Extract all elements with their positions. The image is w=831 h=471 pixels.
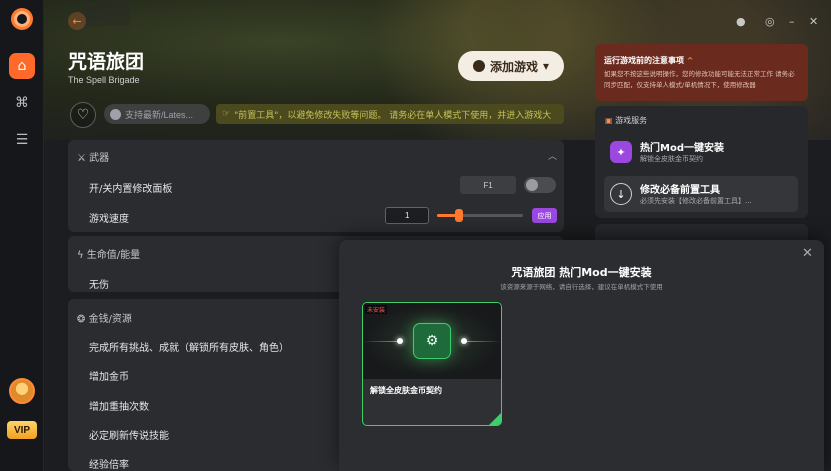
speed-slider[interactable] — [437, 214, 523, 217]
collapse-chevron-icon[interactable]: ︿ — [548, 149, 557, 162]
minimize-icon[interactable]: – — [789, 15, 795, 28]
home-icon[interactable]: ⌂ — [9, 53, 35, 79]
toggle-panel-label: 开/关内置修改面板 — [89, 184, 173, 195]
invincible-label: 无伤 — [89, 280, 109, 291]
unlock-all-label: 完成所有挑战、成就（解锁所有皮肤、角色） — [89, 343, 289, 354]
notice-text: "前置工具"，以避免修改失败等问题。 请务必在单人模式下使用，并进入游戏大 — [234, 110, 552, 121]
left-rail: ⌂ ⌘ ☰ VIP — [0, 0, 44, 471]
vip-badge[interactable]: VIP — [7, 421, 37, 439]
gear-icon[interactable]: ◎ — [765, 15, 775, 28]
weapon-icon: ⚔ — [77, 153, 90, 164]
mod-status-badge: 未安装 — [365, 305, 388, 314]
apply-button[interactable]: 应用 — [532, 208, 557, 223]
mod-card-name: 解锁全皮肤金币契约 — [370, 386, 442, 395]
weapons-header[interactable]: ⚔ 武器 — [77, 149, 109, 164]
chevron-down-icon: ▾ — [542, 59, 550, 73]
service-tools-desc: 必须先安装【修改必备前置工具】... — [640, 197, 752, 205]
energy-icon: ϟ — [77, 250, 87, 261]
steam-icon — [110, 108, 121, 120]
mod-package-icon: ⚙ — [413, 323, 451, 359]
game-subtitle: The Spell Brigade — [68, 75, 140, 85]
health-header[interactable]: ϟ 生命值/能量 — [77, 246, 140, 261]
app-logo-icon[interactable] — [11, 8, 33, 30]
add-gacha-label: 增加重抽次数 — [89, 402, 149, 413]
settings-icon[interactable]: ● — [736, 15, 746, 28]
partial-row-label: 经验倍率 — [89, 460, 129, 471]
warning-title: 运行游戏前的注意事项 ^ — [604, 56, 694, 65]
money-bag-icon: ❂ — [77, 314, 89, 325]
add-game-label: 添加游戏 — [489, 59, 538, 74]
panel-toggle[interactable] — [524, 177, 556, 193]
services-icon: ▣ — [605, 116, 616, 125]
warning-body: 如果您不按这些说明操作，您的修改功能可能无法正常工作 请务必同步匹配，仅支持单人… — [604, 70, 795, 89]
caret-icon: ^ — [686, 56, 694, 65]
modal-subtitle: 该资源来源于网络，请自行选择，建议在单机模式下使用 — [500, 283, 663, 291]
mod-thumbnail: ⚙ — [363, 303, 501, 379]
hotkey-button[interactable]: F1 — [460, 176, 516, 194]
slider-handle[interactable] — [455, 209, 463, 222]
version-select[interactable]: 支持最新/Lates... — [104, 104, 210, 124]
slider-fill — [437, 214, 456, 217]
user-avatar[interactable] — [9, 378, 35, 404]
notice-icon: ☞ — [222, 109, 231, 119]
back-arrow-icon[interactable]: ← — [68, 12, 86, 30]
modal-title: 咒语旅团 热门Mod一键安装 — [511, 266, 652, 279]
service-mod-desc: 解锁全皮肤金币契约 — [640, 155, 703, 163]
selected-check-icon — [489, 413, 501, 425]
service-mod-name: 热门Mod一键安装 — [640, 143, 724, 154]
download-icon: ↓ — [610, 183, 632, 205]
add-coins-label: 增加金币 — [89, 372, 129, 383]
version-label: 支持最新/Lates... — [125, 109, 194, 120]
services-title: ▣ 游戏服务 — [605, 116, 648, 125]
game-speed-label: 游戏速度 — [89, 214, 129, 225]
speed-input[interactable]: 1 — [385, 207, 429, 224]
service-tools-name: 修改必备前置工具 — [640, 185, 720, 196]
legend-refresh-label: 必定刷新传说技能 — [89, 431, 169, 442]
favorite-heart-icon[interactable]: ♡ — [70, 102, 96, 128]
game-thumbnail — [86, 2, 130, 26]
close-window-icon[interactable]: ✕ — [809, 15, 818, 28]
money-header[interactable]: ❂ 金钱/资源 — [77, 310, 132, 325]
mod-install-icon: ✦ — [610, 141, 632, 163]
gamepad-icon[interactable]: ⌘ — [9, 90, 35, 116]
game-title: 咒语旅团 — [68, 51, 145, 73]
close-icon[interactable]: ✕ — [802, 246, 813, 261]
steam-icon — [472, 60, 485, 72]
mod-card[interactable]: ⚙ 未安装 解锁全皮肤金币契约 — [362, 302, 502, 426]
storage-icon[interactable]: ☰ — [9, 127, 35, 153]
notice-bar: ☞ "前置工具"，以避免修改失败等问题。 请务必在单人模式下使用，并进入游戏大 — [216, 104, 564, 124]
add-game-button[interactable]: 添加游戏 ▾ — [458, 51, 564, 81]
